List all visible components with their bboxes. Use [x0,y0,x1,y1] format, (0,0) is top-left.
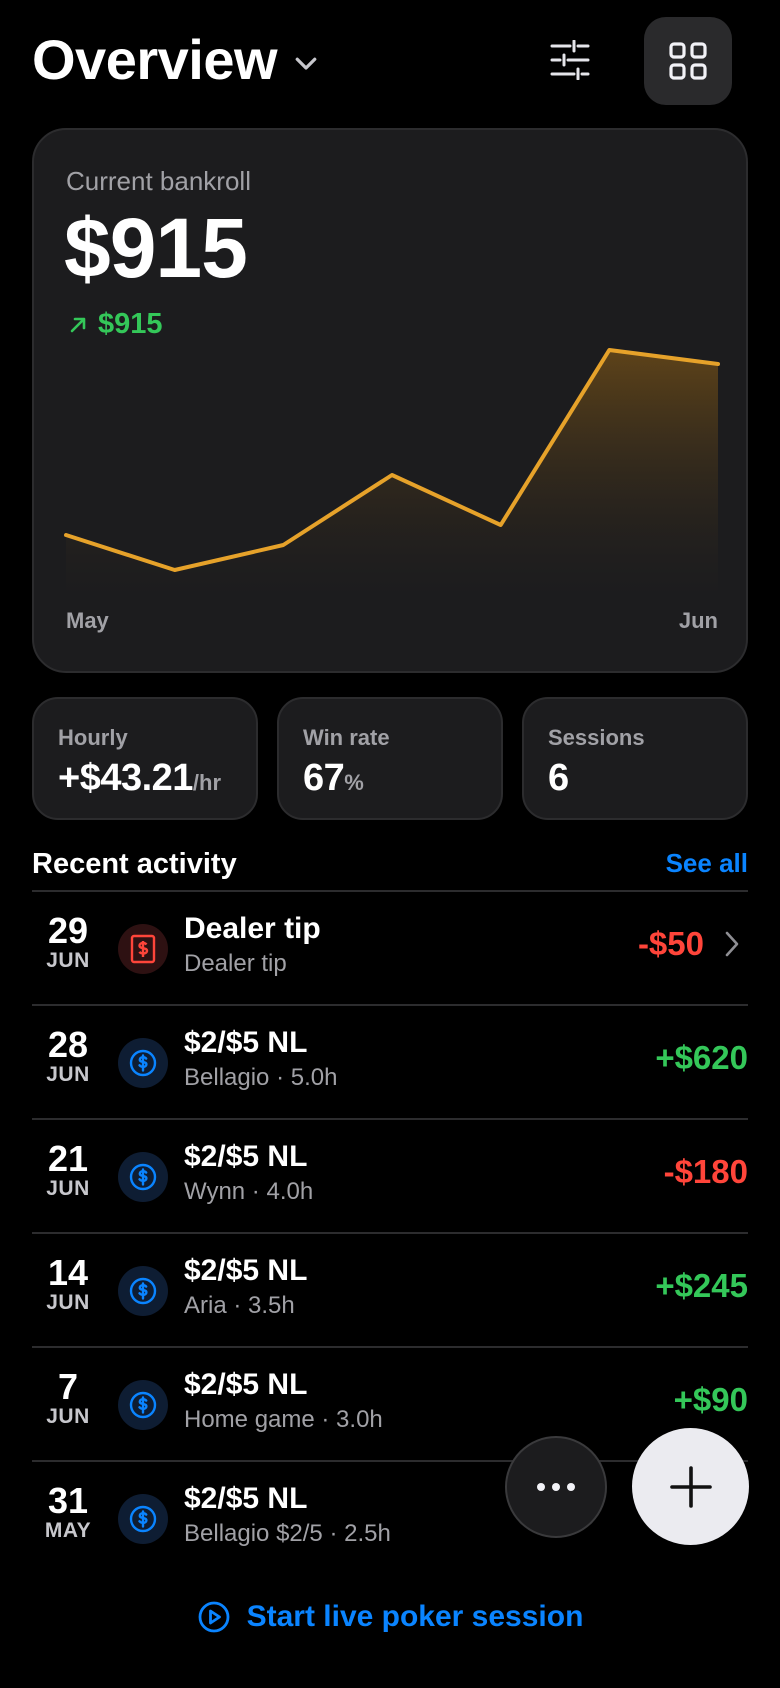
row-title: $2/$5 NL [184,1368,308,1401]
activity-row-aria[interactable]: 14 JUN $2/$5 NL Aria · 3.5h +$245 [32,1234,748,1348]
dollar-circle-icon [118,1494,168,1544]
row-title: $2/$5 NL [184,1254,308,1287]
more-horizontal-icon [537,1483,575,1491]
row-month: JUN [46,1291,90,1314]
row-title: $2/$5 NL [184,1026,308,1059]
stat-value: 6 [548,755,569,801]
dollar-circle-icon [118,1038,168,1088]
chevron-right-icon [725,931,739,957]
activity-row-bellagio[interactable]: 28 JUN $2/$5 NL Bellagio · 5.0h +$620 [32,1006,748,1120]
activity-row-wynn[interactable]: 21 JUN $2/$5 NL Wynn · 4.0h -$180 [32,1120,748,1234]
chevron-down-icon [295,57,317,70]
dollar-circle-icon [118,1380,168,1430]
row-title: $2/$5 NL [184,1140,308,1173]
row-date: 7 JUN [32,1368,104,1428]
row-amount: +$90 [673,1381,748,1418]
row-day: 7 [57,1366,79,1407]
arrow-up-right-icon [70,317,86,332]
start-live-session-link[interactable]: Start live poker session [0,1600,780,1634]
recent-activity-header: Recent activity See all [32,848,748,888]
row-subtitle: Bellagio $2/5 · 2.5h [184,1520,391,1547]
row-date: 14 JUN [32,1254,104,1314]
row-amount: -$180 [663,1153,748,1190]
stat-number: 6 [548,757,569,799]
row-subtitle: Home game · 3.0h [184,1406,383,1433]
row-amount: +$245 [655,1267,748,1304]
more-button[interactable] [505,1436,607,1538]
row-subtitle: Bellagio · 5.0h [184,1064,338,1091]
row-day: 21 [47,1138,89,1179]
stat-sessions[interactable]: Sessions 6 [522,697,748,820]
dollar-circle-icon [118,1152,168,1202]
stat-label: Sessions [548,725,645,750]
row-amount: -$50 [637,925,704,962]
stat-unit: % [344,770,364,795]
row-month: JUN [46,1177,90,1200]
row-date: 29 JUN [32,912,104,972]
row-title: Dealer tip [184,912,321,945]
row-subtitle: Aria · 3.5h [184,1292,295,1319]
row-day: 29 [47,910,89,951]
row-date: 28 JUN [32,1026,104,1086]
row-title: $2/$5 NL [184,1482,308,1515]
row-subtitle: Wynn · 4.0h [184,1178,314,1205]
x-tick-end: Jun [679,608,718,633]
bankroll-card[interactable]: May Jun Current bankroll $915 $915 [32,128,748,673]
grid-view-button[interactable] [644,17,732,105]
sliders-icon [550,40,590,80]
activity-row-home-game[interactable]: 7 JUN $2/$5 NL Home game · 3.0h +$90 [32,1348,748,1462]
row-day: 31 [47,1480,89,1521]
stat-value: +$43.21/hr [58,755,221,806]
x-tick-start: May [66,608,110,633]
row-day: 28 [47,1024,89,1065]
dollar-circle-icon [118,1266,168,1316]
row-date: 21 JUN [32,1140,104,1200]
stat-win-rate[interactable]: Win rate 67% [277,697,503,820]
row-month: JUN [46,1405,90,1428]
stat-hourly[interactable]: Hourly +$43.21/hr [32,697,258,820]
bankroll-value: $915 [64,201,248,295]
stat-label: Hourly [58,725,128,750]
stat-number: 67 [303,757,345,799]
stat-value: 67% [303,755,364,806]
stat-number: +$43.21 [58,757,193,799]
activity-row-dealer-tip[interactable]: 29 JUN Dealer tip Dealer tip -$50 [32,892,748,1006]
section-title: Recent activity [32,848,237,880]
row-amount: +$620 [655,1039,748,1076]
stat-unit: /hr [192,770,222,795]
row-date: 31 MAY [32,1482,104,1542]
row-month: JUN [46,1063,90,1086]
bankroll-change: $915 [68,308,163,341]
add-button[interactable] [632,1428,749,1545]
row-month: MAY [44,1519,92,1542]
plus-icon [669,1465,712,1508]
overview-dropdown[interactable]: Overview [32,28,321,92]
grid-icon [669,42,707,80]
bankroll-change-value: $915 [98,308,163,340]
row-day: 14 [47,1252,89,1293]
filter-button[interactable] [540,26,600,94]
stat-label: Win rate [303,725,390,750]
see-all-link[interactable]: See all [666,848,748,879]
row-month: JUN [46,949,90,972]
bankroll-label: Current bankroll [66,166,251,196]
start-live-session-label: Start live poker session [246,1600,584,1633]
play-circle-icon [198,1601,229,1633]
row-subtitle: Dealer tip [184,950,287,977]
header: Overview [0,0,780,120]
page-title: Overview [32,28,278,91]
receipt-icon [118,924,168,974]
